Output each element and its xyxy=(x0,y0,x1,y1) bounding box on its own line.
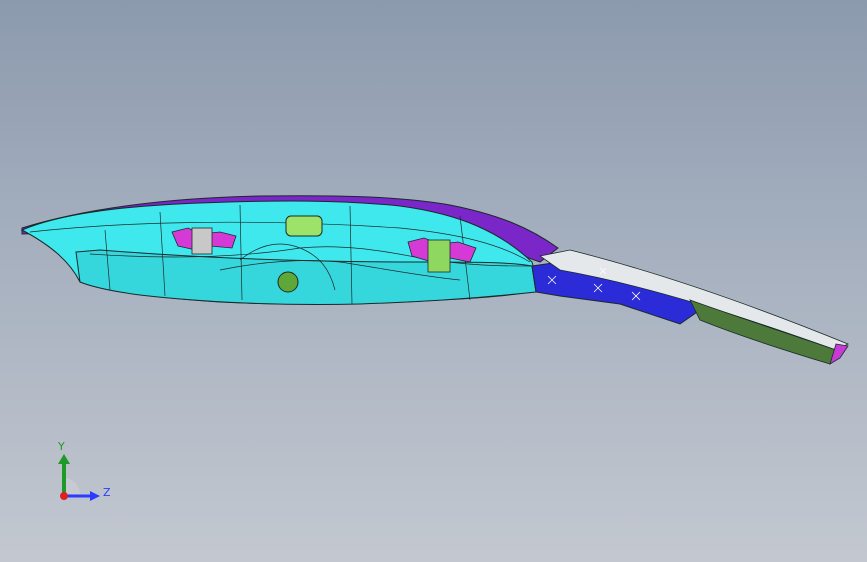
cad-model[interactable] xyxy=(0,0,867,562)
graphics-viewport[interactable]: Y Z xyxy=(0,0,867,562)
round-boss xyxy=(277,271,299,293)
axis-triad: Y Z xyxy=(48,438,118,508)
rail-top-strip xyxy=(539,249,849,351)
z-axis-label: Z xyxy=(103,486,111,499)
y-axis-label: Y xyxy=(58,440,65,453)
x-axis-point xyxy=(60,492,68,500)
window-opening xyxy=(285,215,323,237)
